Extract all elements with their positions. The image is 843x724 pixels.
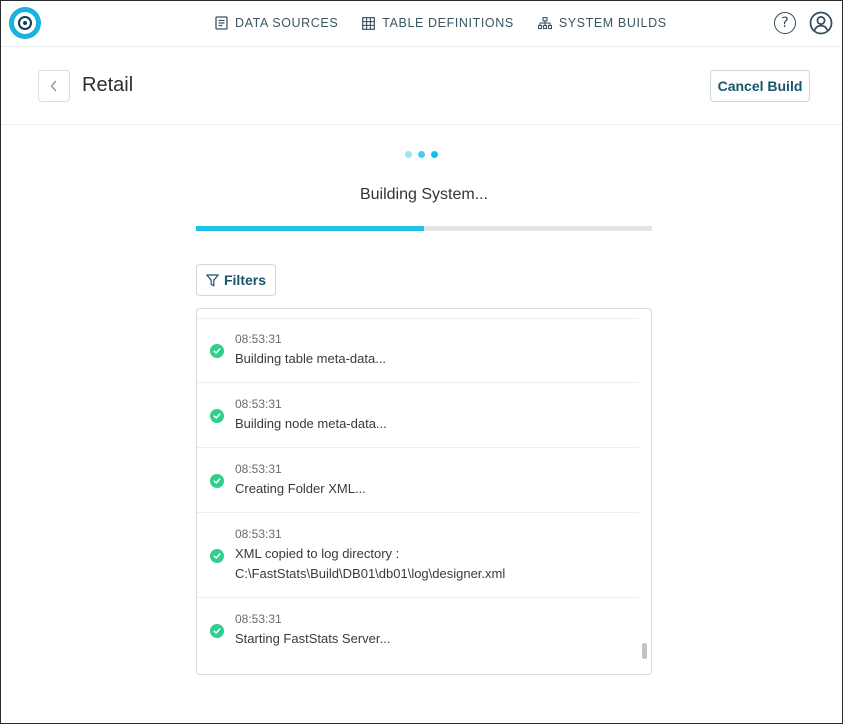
log-entry: 08:53:31 Building table meta-data... [197, 318, 639, 383]
progress-fill [196, 226, 424, 231]
loader-dot [431, 151, 438, 158]
app-window: DATA SOURCES TABLE DEFINITIONS SYSTEM BU… [0, 0, 843, 724]
log-entry: 08:53:31 Starting FastStats Server... [197, 598, 639, 673]
log-entry: 08:53:31 Creating Folder XML... [197, 448, 639, 513]
log-message: Building table meta-data... [235, 351, 387, 366]
log-message: XML copied to log directory : [235, 546, 400, 561]
log-timestamp: 08:53:31 [235, 527, 282, 541]
log-message: C:\FastStats\Build\DB01\db01\log\designe… [235, 566, 506, 581]
filter-icon [206, 273, 219, 286]
log-message: Building node meta-data... [235, 416, 387, 431]
user-account-icon[interactable] [809, 11, 833, 35]
cancel-build-button[interactable]: Cancel Build [710, 70, 810, 102]
log-timestamp: 08:53:31 [235, 612, 282, 626]
nav-system-builds-label: SYSTEM BUILDS [558, 16, 667, 30]
success-check-icon [210, 474, 224, 488]
nav-table-definitions[interactable]: TABLE DEFINITIONS [362, 16, 514, 30]
nav-links: DATA SOURCES TABLE DEFINITIONS SYSTEM BU… [215, 1, 667, 45]
loader-dot [418, 151, 425, 158]
filters-button[interactable]: Filters [196, 264, 276, 296]
help-icon[interactable]: ? [774, 12, 796, 34]
log-entry: 08:53:31 Building node meta-data... [197, 383, 639, 448]
chevron-left-icon [50, 80, 57, 92]
page-title: Retail [82, 74, 134, 96]
nav-system-builds[interactable]: SYSTEM BUILDS [537, 16, 667, 30]
log-timestamp: 08:53:31 [235, 462, 282, 476]
build-log-panel[interactable]: 08:53:31 Building table meta-data... 08:53… [196, 308, 652, 675]
success-check-icon [210, 549, 224, 563]
log-message: Starting FastStats Server... [235, 631, 391, 646]
success-check-icon [210, 624, 224, 638]
nav-table-definitions-label: TABLE DEFINITIONS [382, 16, 514, 30]
back-button[interactable] [38, 70, 70, 102]
log-timestamp: 08:53:31 [235, 397, 282, 411]
log-message: Creating Folder XML... [235, 481, 366, 496]
page-header: Retail Cancel Build [1, 47, 842, 125]
build-progress-bar [196, 226, 652, 231]
build-status-text: Building System... [359, 186, 489, 203]
filters-label: Filters [223, 272, 266, 288]
log-scrollbar-thumb[interactable] [642, 643, 647, 659]
nav-data-sources[interactable]: DATA SOURCES [215, 16, 338, 30]
log-timestamp: 08:53:31 [235, 332, 282, 346]
nav-data-sources-label: DATA SOURCES [235, 16, 339, 30]
success-check-icon [210, 344, 224, 358]
logo-icon[interactable] [9, 7, 41, 39]
loader-dot [405, 151, 412, 158]
loading-indicator [405, 151, 438, 158]
success-check-icon [210, 409, 224, 423]
grid-icon [362, 16, 376, 30]
top-nav: DATA SOURCES TABLE DEFINITIONS SYSTEM BU… [1, 1, 842, 47]
document-icon [215, 16, 228, 30]
log-entry: 08:53:31 XML copied to log directory : C:\… [197, 513, 639, 598]
hierarchy-icon [537, 16, 552, 29]
